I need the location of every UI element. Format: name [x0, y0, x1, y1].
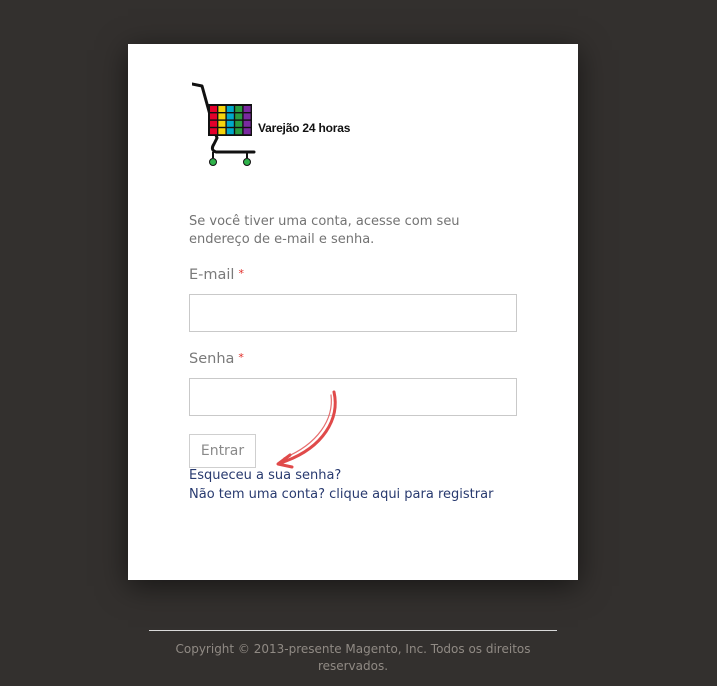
cart-basket-square: [218, 106, 226, 112]
required-marker: *: [238, 351, 244, 364]
cart-basket-square: [243, 128, 251, 135]
cart-basket-square: [243, 106, 251, 112]
annotation-arrow-icon: [276, 390, 337, 469]
cart-basket-square: [210, 120, 217, 127]
email-field[interactable]: [189, 294, 517, 332]
cart-basket-square: [218, 120, 226, 127]
footer-divider: [149, 630, 557, 631]
cart-basket-square: [210, 106, 217, 112]
cart-basket-square: [235, 106, 243, 112]
password-field[interactable]: [189, 378, 517, 416]
required-marker: *: [238, 267, 244, 280]
cart-basket-square: [226, 128, 234, 135]
cart-basket-square: [218, 113, 226, 120]
copyright-text: Copyright © 2013-presente Magento, Inc. …: [175, 642, 531, 673]
login-intro-text: Se você tiver uma conta, acesse com seu …: [189, 214, 460, 247]
cart-basket-square: [210, 113, 217, 120]
cart-basket-square: [226, 113, 234, 120]
cart-basket-square: [210, 128, 217, 135]
login-card: Varejão 24 horas Se você tiver uma conta…: [128, 44, 578, 580]
cart-basket-square: [235, 113, 243, 120]
cart-basket-square: [226, 120, 234, 127]
password-label-text: Senha: [189, 351, 235, 367]
forgot-password-link[interactable]: Esqueceu a sua senha?: [189, 468, 341, 483]
login-button[interactable]: Entrar: [189, 434, 256, 468]
store-logo[interactable]: Varejão 24 horas: [192, 82, 352, 172]
email-label: E-mail *: [189, 267, 244, 283]
cart-basket-square: [235, 120, 243, 127]
cart-basket-square: [218, 128, 226, 135]
password-label: Senha *: [189, 351, 244, 367]
register-link[interactable]: Não tem uma conta? clique aqui para regi…: [189, 487, 493, 502]
page: Varejão 24 horas Se você tiver uma conta…: [0, 0, 717, 686]
email-label-text: E-mail: [189, 267, 235, 283]
cart-basket-square: [226, 106, 234, 112]
cart-basket-square: [243, 120, 251, 127]
logo-text: Varejão 24 horas: [258, 121, 351, 135]
cart-basket-square: [235, 128, 243, 135]
cart-basket-square: [243, 113, 251, 120]
